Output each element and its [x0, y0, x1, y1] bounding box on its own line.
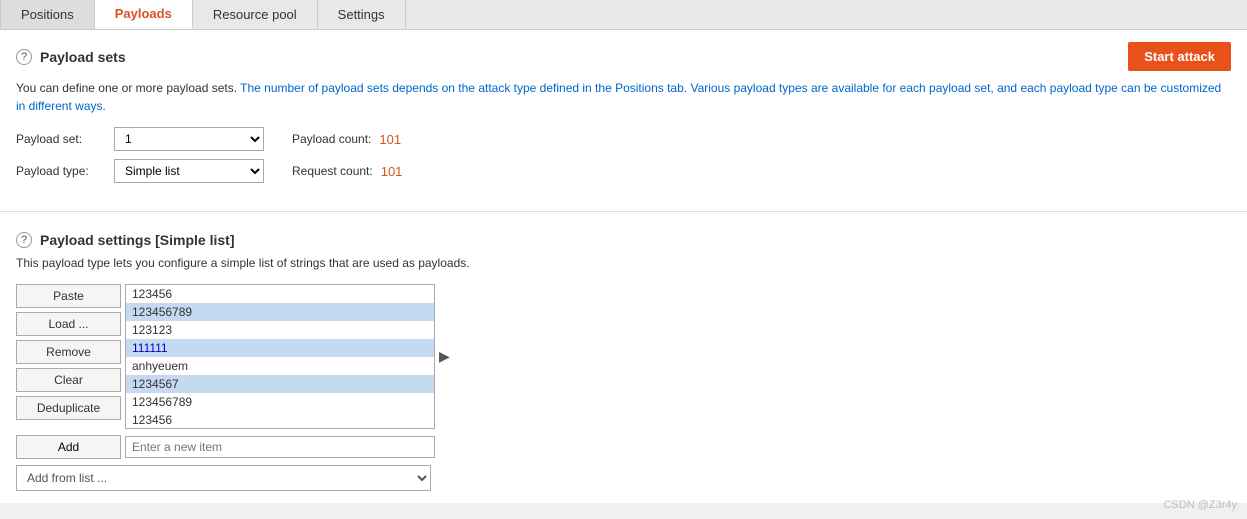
payload-count-label: Payload count: [292, 132, 371, 146]
payload-sets-description: You can define one or more payload sets.… [16, 79, 1231, 115]
main-content: ? Payload sets Start attack You can defi… [0, 30, 1247, 503]
add-from-list-select[interactable]: Add from list ... [16, 465, 431, 491]
add-item-input[interactable] [125, 436, 435, 458]
tab-settings[interactable]: Settings [318, 0, 406, 29]
help-icon-settings[interactable]: ? [16, 232, 32, 248]
tab-resource-pool[interactable]: Resource pool [193, 0, 318, 29]
watermark: CSDN @Z3r4y [1163, 499, 1237, 511]
scroll-right-arrow[interactable]: ▶ [435, 284, 454, 429]
list-area: 123456 123456789 123123 111111 anhyeuem … [125, 284, 454, 429]
start-attack-button[interactable]: Start attack [1128, 42, 1231, 71]
list-item[interactable]: anhyeuem [126, 357, 434, 375]
payload-type-select[interactable]: Simple list [114, 159, 264, 183]
payload-list[interactable]: 123456 123456789 123123 111111 anhyeuem … [125, 284, 435, 429]
section-title-row: ? Payload sets [16, 49, 126, 65]
remove-button[interactable]: Remove [16, 340, 121, 364]
clear-button[interactable]: Clear [16, 368, 121, 392]
request-count-label: Request count: [292, 164, 373, 178]
payload-set-select[interactable]: 1 [114, 127, 264, 151]
payload-settings-description: This payload type lets you configure a s… [16, 254, 1231, 272]
payload-set-row: Payload set: 1 Payload count: 101 [16, 127, 1231, 151]
payload-settings-title-row: ? Payload settings [Simple list] [16, 232, 1231, 248]
help-icon[interactable]: ? [16, 49, 32, 65]
description-part1: You can define one or more payload sets. [16, 81, 240, 95]
list-item[interactable]: 1234567 [126, 375, 434, 393]
payload-type-label: Payload type: [16, 164, 106, 178]
payload-settings-section: ? Payload settings [Simple list] This pa… [0, 220, 1247, 503]
load-button[interactable]: Load ... [16, 312, 121, 336]
add-row: Add [16, 435, 1231, 459]
paste-button[interactable]: Paste [16, 284, 121, 308]
tab-positions[interactable]: Positions [0, 0, 95, 29]
list-item[interactable]: 123456789 [126, 393, 434, 411]
list-item[interactable]: 123456 [126, 411, 434, 429]
payload-set-label: Payload set: [16, 132, 106, 146]
deduplicate-button[interactable]: Deduplicate [16, 396, 121, 420]
add-button[interactable]: Add [16, 435, 121, 459]
payload-sets-header: ? Payload sets Start attack [16, 42, 1231, 71]
tab-payloads[interactable]: Payloads [95, 0, 193, 29]
list-item[interactable]: 123456789 [126, 303, 434, 321]
list-item[interactable]: 123456 [126, 285, 434, 303]
payload-type-row: Payload type: Simple list Request count:… [16, 159, 1231, 183]
payload-settings-title: Payload settings [Simple list] [40, 232, 235, 248]
request-count-value: 101 [381, 164, 403, 179]
payload-list-container: Paste Load ... Remove Clear Deduplicate … [16, 284, 1231, 429]
list-item[interactable]: 123123 [126, 321, 434, 339]
list-item[interactable]: 111111 [126, 339, 434, 357]
add-from-list-row: Add from list ... [16, 465, 1231, 491]
payload-count-value: 101 [379, 132, 401, 147]
section-divider [0, 211, 1247, 212]
tab-bar: Positions Payloads Resource pool Setting… [0, 0, 1247, 30]
payload-sets-section: ? Payload sets Start attack You can defi… [0, 30, 1247, 203]
payload-sets-title: Payload sets [40, 49, 126, 65]
payload-buttons: Paste Load ... Remove Clear Deduplicate [16, 284, 121, 420]
